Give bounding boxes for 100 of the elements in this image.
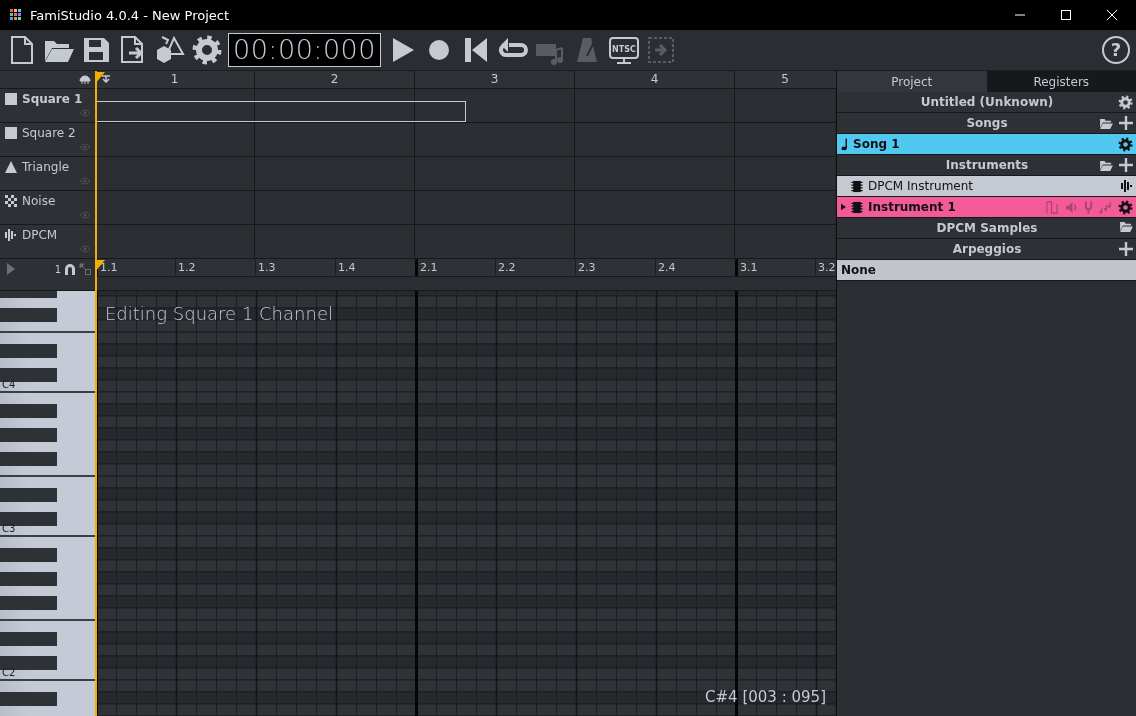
row-label: DPCM Instrument <box>868 179 974 193</box>
beat-label: 2.3 <box>575 259 655 276</box>
note-position-readout: C#4 [003 : 095] <box>705 688 826 706</box>
maximize-icon[interactable] <box>1060 9 1072 21</box>
pattern-cell[interactable] <box>735 191 835 224</box>
pattern-cell[interactable] <box>575 225 735 258</box>
music-note-icon <box>841 137 848 151</box>
eye-icon[interactable] <box>79 211 91 219</box>
instrument-row[interactable]: DPCM Instrument <box>837 176 1136 197</box>
eye-icon[interactable] <box>79 109 91 117</box>
settings-icon[interactable] <box>1118 136 1133 152</box>
pattern-cell[interactable] <box>575 89 735 122</box>
arrow-down-icon[interactable] <box>102 75 110 83</box>
tuning-fork-icon[interactable] <box>1084 200 1093 214</box>
beat-label: 1.3 <box>255 259 335 276</box>
snap-value: 1 <box>54 263 61 275</box>
pulse-wave-icon[interactable] <box>1046 200 1059 214</box>
pattern-cell[interactable] <box>735 157 835 190</box>
instrument-row[interactable]: Instrument 1 <box>837 197 1136 218</box>
pattern-cell[interactable] <box>415 191 575 224</box>
channel-name: Square 1 <box>22 92 83 106</box>
magnet-icon[interactable] <box>64 263 76 275</box>
waveform-icon[interactable] <box>1121 180 1133 192</box>
playhead-marker-icon[interactable] <box>95 72 105 84</box>
measure-number: 5 <box>780 71 790 88</box>
speaker-icon[interactable] <box>1065 200 1078 214</box>
pattern-cell[interactable] <box>255 191 415 224</box>
time-display: 00:00:000 <box>228 33 381 67</box>
window-title: FamiStudio 4.0.4 - New Project <box>30 7 230 23</box>
square-wave-icon <box>5 127 17 139</box>
pattern-cell[interactable] <box>255 123 415 156</box>
pattern-cell[interactable] <box>575 123 735 156</box>
measure-number: 3 <box>415 71 575 88</box>
chip-icon <box>851 179 863 193</box>
pattern-cell[interactable] <box>255 225 415 258</box>
channel-header[interactable]: DPCM <box>0 225 95 258</box>
notes-icon[interactable] <box>1099 200 1112 214</box>
waveform-icon <box>5 229 17 241</box>
eye-icon[interactable] <box>79 143 91 151</box>
row-label: Instrument 1 <box>868 200 956 214</box>
section-title: Untitled (Unknown) <box>920 95 1054 109</box>
section-title: DPCM Samples <box>936 221 1038 235</box>
pattern-cell[interactable] <box>95 157 255 190</box>
add-icon[interactable] <box>1119 242 1133 256</box>
section-title: Songs <box>966 116 1008 130</box>
row-label: Song 1 <box>853 137 900 151</box>
pattern-cell[interactable] <box>95 191 255 224</box>
pattern-cell[interactable] <box>735 123 835 156</box>
machine-label: NTSC <box>611 43 638 54</box>
channel-header[interactable]: Square 1 <box>0 89 95 122</box>
folder-icon[interactable] <box>1120 221 1133 232</box>
help-button[interactable]: ? <box>1102 36 1130 64</box>
pattern-cell[interactable] <box>95 123 255 156</box>
channel-header[interactable]: Triangle <box>0 157 95 190</box>
pattern-cell[interactable] <box>735 225 835 258</box>
beat-label: 3.2 <box>815 259 835 276</box>
pattern-cell[interactable] <box>415 123 575 156</box>
chip-icon <box>851 200 863 214</box>
caret-icon[interactable] <box>841 203 846 211</box>
beat-label: 2.2 <box>495 259 575 276</box>
channel-name: DPCM <box>22 228 58 242</box>
channel-header[interactable]: Square 2 <box>0 123 95 156</box>
octave-label: C2 <box>2 668 16 678</box>
row-label: None <box>841 263 876 277</box>
measure-number: 4 <box>575 71 735 88</box>
pattern-cell[interactable] <box>575 157 735 190</box>
pattern-cell[interactable] <box>735 89 835 122</box>
eye-icon[interactable] <box>79 177 91 185</box>
channel-header[interactable]: Noise <box>0 191 95 224</box>
beat-label: 1.4 <box>335 259 415 276</box>
pattern-cell[interactable] <box>415 157 575 190</box>
add-icon[interactable] <box>1119 158 1133 172</box>
pattern-cell[interactable] <box>415 225 575 258</box>
song-row[interactable]: Song 1 <box>837 134 1136 155</box>
triangle-icon <box>5 161 17 173</box>
eye-icon[interactable] <box>79 245 91 253</box>
editing-channel-message: Editing Square 1 Channel <box>105 303 333 324</box>
section-title: Arpeggios <box>952 242 1022 256</box>
channel-name: Square 2 <box>22 126 76 140</box>
pattern-cell[interactable] <box>575 191 735 224</box>
panel-tab[interactable]: Project <box>837 71 987 92</box>
folder-icon[interactable] <box>1100 117 1113 129</box>
square-wave-icon <box>5 93 17 105</box>
pattern-cell[interactable] <box>415 89 575 122</box>
pattern-cell[interactable] <box>255 157 415 190</box>
folder-icon[interactable] <box>1100 159 1113 171</box>
piano-keyboard-drawing[interactable] <box>0 291 96 716</box>
octave-label: C3 <box>2 524 16 534</box>
shapes-icon[interactable] <box>154 34 186 66</box>
channel-name: Noise <box>22 194 56 208</box>
pattern-cell[interactable] <box>95 225 255 258</box>
close-icon[interactable] <box>1106 9 1118 21</box>
panel-tab[interactable]: Registers <box>986 71 1136 92</box>
settings-icon[interactable] <box>1118 199 1133 215</box>
measure-number: 2 <box>255 71 415 88</box>
add-icon[interactable] <box>1119 116 1133 130</box>
arpeggio-row[interactable]: None <box>837 260 1136 281</box>
app-logo-icon <box>10 9 22 21</box>
dome-icon[interactable] <box>79 74 91 85</box>
octave-label: C4 <box>2 380 16 390</box>
